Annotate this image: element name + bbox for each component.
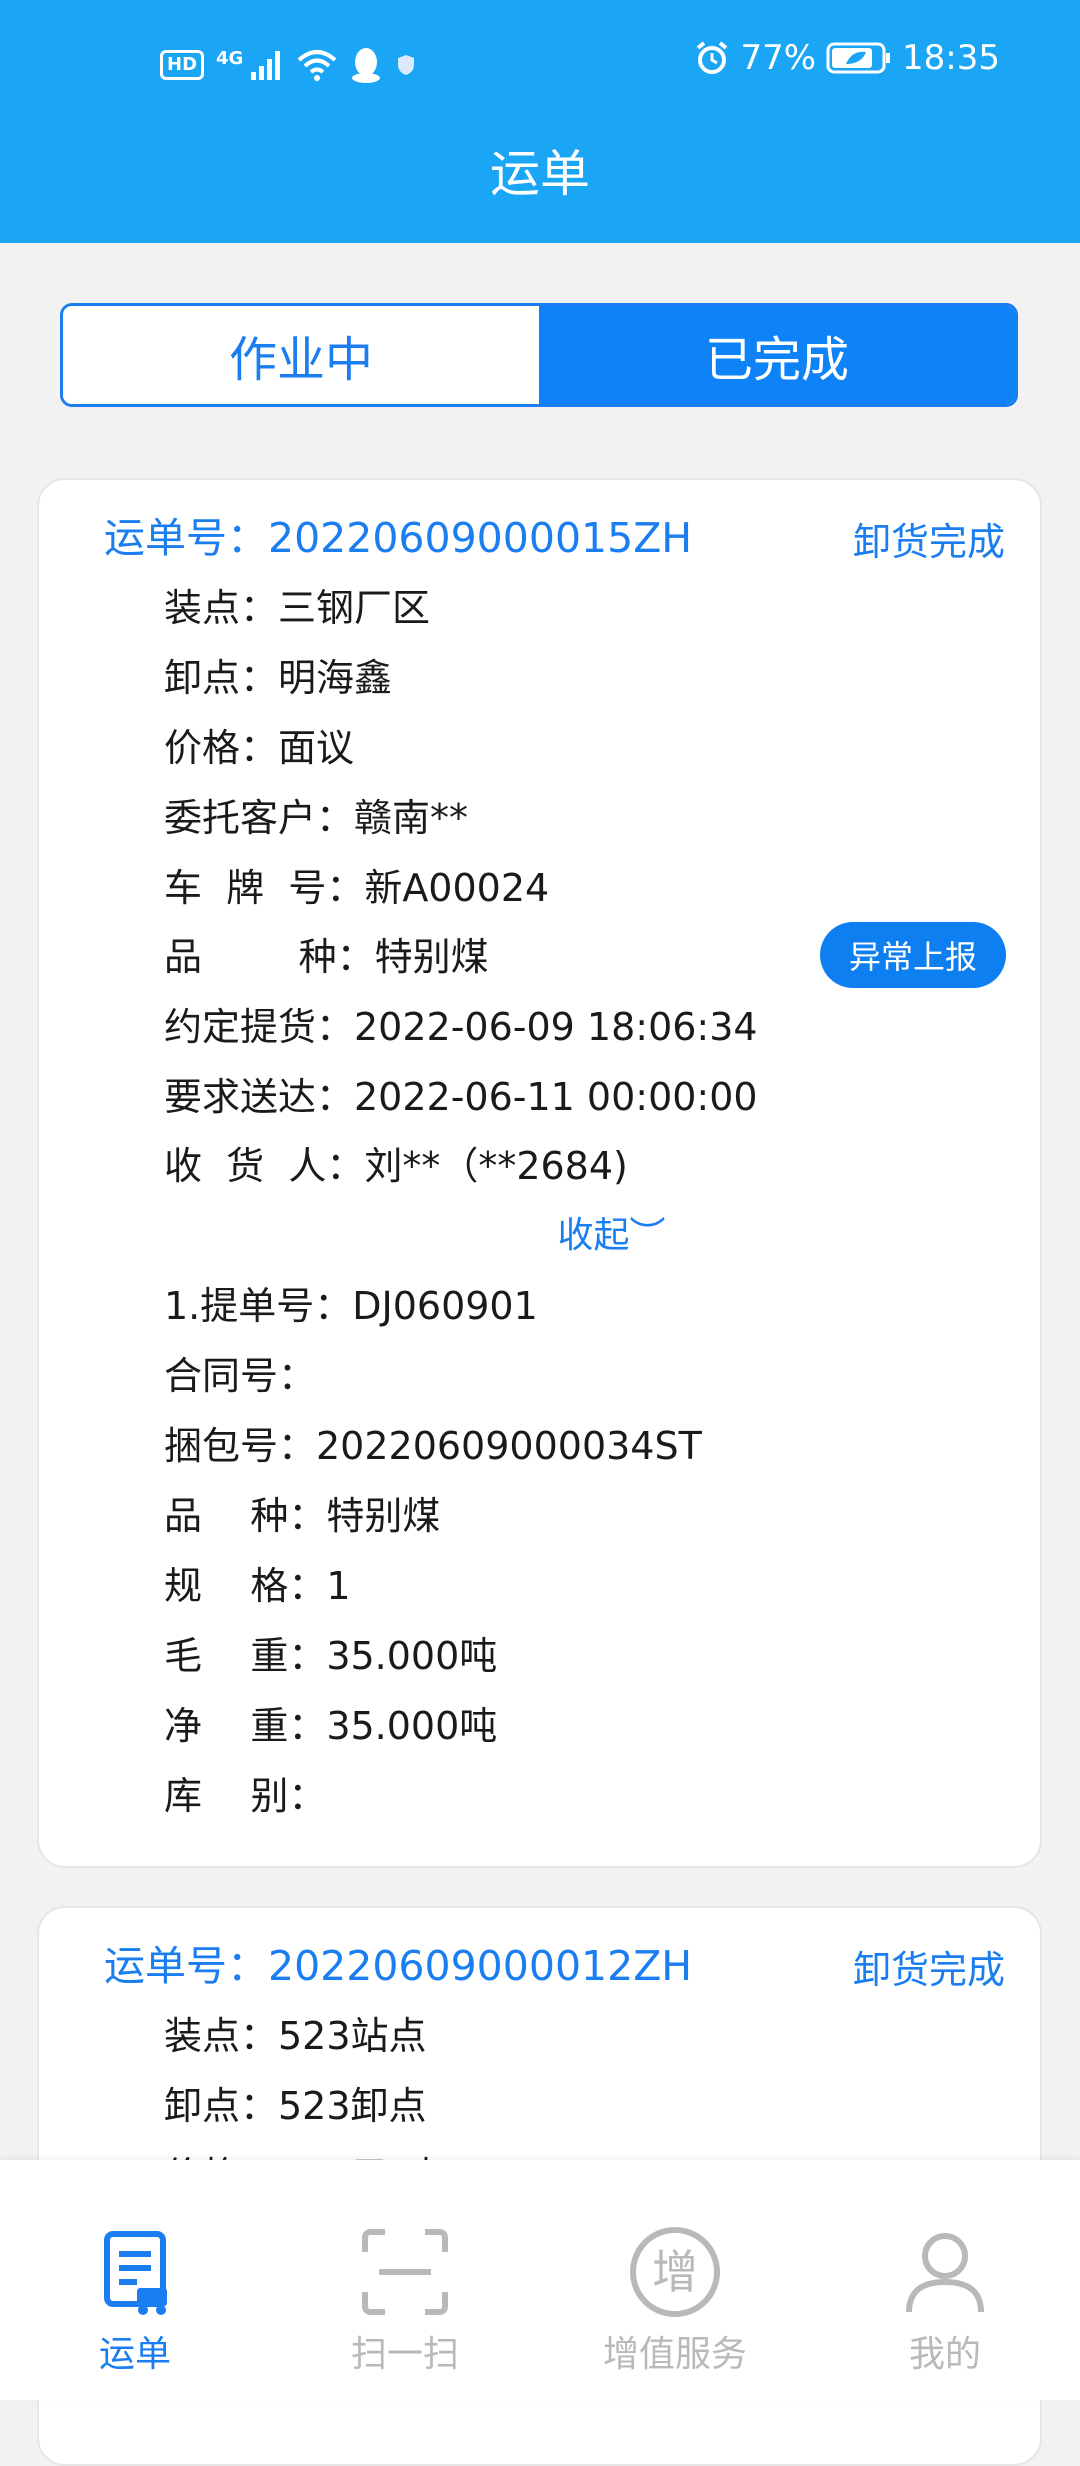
nav-profile[interactable]: 我的	[810, 2160, 1080, 2400]
detail-variety: 品 种：特别煤	[164, 1494, 441, 1538]
unload-point: 卸点：523卸点	[164, 2084, 427, 2128]
battery-percent: 77%	[740, 38, 817, 78]
waybill-number: 运单号：20220609000015ZH	[104, 514, 693, 562]
hd-icon: HD	[160, 50, 205, 80]
status-bar: HD 4G 77% 18:35	[0, 38, 1080, 100]
nav-label: 运单	[98, 2334, 171, 2375]
waybill-number: 运单号：20220609000012ZH	[104, 1942, 693, 1990]
pickup-time: 约定提货：2022-06-09 18:06:34	[164, 1005, 758, 1049]
tab-in-progress[interactable]: 作业中	[63, 306, 539, 404]
waybill-icon	[104, 2231, 167, 2315]
nav-label: 扫一扫	[350, 2334, 459, 2375]
delivery-time: 要求送达：2022-06-11 00:00:00	[164, 1075, 758, 1119]
nav-value-added[interactable]: 增 增值服务	[540, 2160, 810, 2400]
svg-text:增: 增	[652, 2245, 698, 2299]
waybill-card[interactable]: 运单号：20220609000015ZH 卸货完成 装点：三钢厂区 卸点：明海鑫…	[37, 478, 1042, 1868]
nav-label: 增值服务	[602, 2334, 747, 2375]
status-right: 77% 18:35	[694, 38, 1000, 78]
unload-point: 卸点：明海鑫	[164, 656, 393, 700]
contract-number: 合同号：	[164, 1354, 317, 1398]
wifi-icon	[298, 50, 337, 81]
nav-label: 我的	[908, 2334, 981, 2375]
load-point: 装点：523站点	[164, 2014, 427, 2058]
shield-icon	[398, 55, 415, 75]
profile-icon	[906, 2233, 984, 2313]
bill-number: 1.提单号：DJ060901	[164, 1284, 538, 1328]
page-title: 运单	[490, 145, 590, 203]
gross-weight: 毛 重：35.000吨	[164, 1634, 498, 1678]
app-header: HD 4G 77% 18:35 运单	[0, 0, 1080, 243]
qq-icon	[352, 48, 381, 83]
battery-icon	[826, 42, 891, 74]
network-type: 4G	[216, 47, 244, 69]
waybill-status: 卸货完成	[852, 520, 1005, 564]
client: 委托客户：赣南**	[164, 796, 469, 840]
bundle-number: 捆包号：20220609000034ST	[164, 1424, 702, 1468]
collapse-toggle[interactable]: 收起︶	[39, 1208, 1044, 1264]
warehouse: 库 别：	[164, 1774, 327, 1818]
value-added-icon: 增	[630, 2227, 720, 2317]
spec: 规 格：1	[164, 1564, 351, 1608]
tab-completed[interactable]: 已完成	[539, 306, 1015, 404]
clock: 18:35	[902, 38, 1000, 78]
scan-icon	[362, 2229, 448, 2315]
nav-waybill[interactable]: 运单	[0, 2160, 270, 2400]
load-point: 装点：三钢厂区	[164, 586, 431, 630]
status-tabs: 作业中 已完成	[60, 303, 1018, 407]
consignee: 收 货 人：刘**（**2684)	[164, 1144, 628, 1188]
report-anomaly-button[interactable]: 异常上报	[820, 922, 1006, 988]
bottom-nav: 运单 扫一扫 增 增值服务 我的	[0, 2160, 1080, 2400]
status-left-icons: HD 4G	[160, 46, 417, 84]
net-weight: 净 重：35.000吨	[164, 1704, 498, 1748]
nav-scan[interactable]: 扫一扫	[270, 2160, 540, 2400]
plate-number: 车 牌 号：新A00024	[164, 866, 550, 910]
alarm-icon	[697, 41, 728, 74]
price: 价格：面议	[164, 726, 355, 770]
variety: 品 种：特别煤	[164, 935, 489, 979]
signal-icon	[251, 51, 281, 80]
waybill-status: 卸货完成	[852, 1948, 1005, 1992]
